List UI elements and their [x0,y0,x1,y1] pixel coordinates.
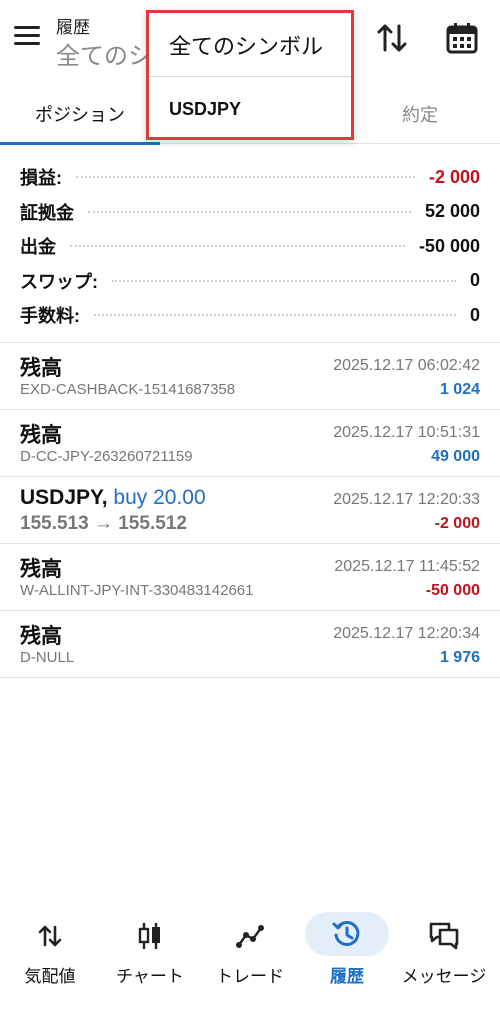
tab-deals[interactable]: 約定 [340,84,500,144]
summary-value: -50 000 [412,235,480,257]
summary-value: 52 000 [418,201,480,223]
item-comment: EXD-CASHBACK-15141687358 [20,381,236,398]
item-time: 2025.12.17 06:02:42 [333,357,480,374]
item-title: USDJPY, buy 20.00 [20,486,206,510]
sort-icon[interactable] [374,20,410,56]
active-tab-indicator [0,142,160,145]
summary-row-swap: スワップ: 0 [20,264,480,299]
trade-icon [228,918,272,954]
item-amount: -2 000 [434,515,480,532]
item-amount: 1 976 [439,649,480,666]
item-amount: 49 000 [431,448,480,465]
menu-icon[interactable] [14,26,42,50]
nav-messages[interactable]: メッセージ [394,906,494,1010]
dotted-leader [88,210,411,213]
list-item[interactable]: 残高 EXD-CASHBACK-15141687358 2025.12.17 0… [0,343,500,410]
nav-history[interactable]: 履歴 [297,906,397,1010]
summary-label: 出金 [20,233,62,260]
summary-section: 損益: -2 000 証拠金 52 000 出金 -50 000 スワップ: 0… [20,160,480,333]
item-title: 残高 [20,357,62,380]
nav-label: 履歴 [330,967,364,986]
nav-label: チャート [116,967,184,986]
dropdown-option-all-symbols[interactable]: 全てのシンボル [149,13,351,77]
calendar-icon[interactable] [444,20,480,56]
dotted-leader [112,279,456,282]
list-item[interactable]: USDJPY, buy 20.00 155.513 → 155.512 2025… [0,477,500,544]
item-comment: W-ALLINT-JPY-INT-330483142661 [20,582,254,599]
nav-quotes[interactable]: 気配値 [0,906,100,1010]
summary-row-profit: 損益: -2 000 [20,160,480,195]
list-item[interactable]: 残高 D-NULL 2025.12.17 12:20:34 1 976 [0,611,500,678]
item-prices: 155.513 → 155.512 [20,513,187,534]
nav-label: 気配値 [24,967,76,986]
item-title: 残高 [20,558,62,581]
summary-value: 0 [463,270,480,292]
messages-icon [422,918,466,954]
nav-trade[interactable]: トレード [200,906,300,1010]
nav-label: メッセージ [401,967,487,986]
dotted-leader [70,245,405,248]
list-item[interactable]: 残高 D-CC-JPY-263260721159 2025.12.17 10:5… [0,410,500,477]
tab-deals-label: 約定 [402,105,438,125]
nav-chart[interactable]: チャート [100,906,200,1010]
summary-label: 手数料: [20,302,86,329]
item-time: 2025.12.17 12:20:33 [333,491,480,508]
summary-value: -2 000 [422,166,480,188]
item-title: 残高 [20,424,62,447]
item-title: 残高 [20,625,62,648]
dropdown-option-usdjpy[interactable]: USDJPY [149,77,351,141]
item-trade-type: buy 20.00 [113,486,206,509]
item-comment: D-CC-JPY-263260721159 [20,448,193,465]
symbol-dropdown: 全てのシンボル USDJPY [146,10,354,140]
item-comment: D-NULL [20,649,75,666]
bottom-navigation: 気配値 チャート トレード 履歴 メッセージ [0,906,500,1010]
nav-label: トレード [216,967,284,986]
quotes-icon [28,918,72,954]
summary-row-margin: 証拠金 52 000 [20,195,480,230]
item-amount: 1 024 [439,381,480,398]
history-list: 残高 EXD-CASHBACK-15141687358 2025.12.17 0… [0,342,500,678]
item-amount: -50 000 [425,582,480,599]
summary-label: 損益: [20,164,68,191]
summary-row-withdrawal: 出金 -50 000 [20,229,480,264]
tab-positions-label: ポジション [35,105,125,125]
item-time: 2025.12.17 12:20:34 [333,625,480,642]
history-icon [305,912,389,956]
dotted-leader [76,176,415,179]
tab-positions[interactable]: ポジション [0,84,160,145]
list-item[interactable]: 残高 W-ALLINT-JPY-INT-330483142661 2025.12… [0,544,500,611]
item-time: 2025.12.17 11:45:52 [334,558,480,575]
page-title: 履歴 [56,18,90,37]
chart-icon [128,918,172,954]
summary-value: 0 [463,304,480,326]
item-time: 2025.12.17 10:51:31 [333,424,480,441]
item-symbol: USDJPY, [20,486,108,509]
summary-row-commission: 手数料: 0 [20,298,480,333]
summary-label: スワップ: [20,267,104,294]
dotted-leader [94,314,456,317]
symbol-filter-label[interactable]: 全てのシ [56,36,152,71]
summary-label: 証拠金 [20,198,80,225]
